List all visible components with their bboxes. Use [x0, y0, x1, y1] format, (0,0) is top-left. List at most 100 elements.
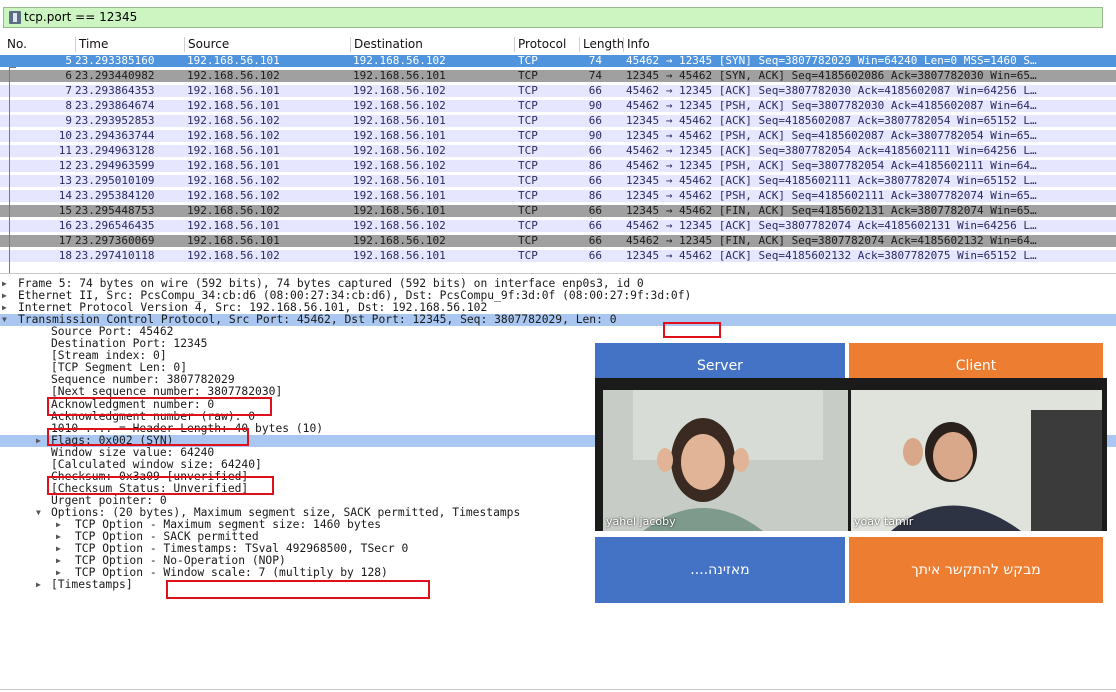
- bookmark-icon[interactable]: [9, 11, 21, 24]
- packet-cell-proto: TCP: [518, 69, 538, 82]
- client-video-feed: yoav tamir: [851, 390, 1102, 531]
- packet-row[interactable]: 8 23.293864674 192.168.56.101 192.168.56.10…: [0, 100, 1116, 112]
- packet-cell-src: 192.168.56.102: [187, 204, 280, 217]
- collapse-arrow-icon[interactable]: ▶: [2, 278, 7, 290]
- collapse-arrow-icon[interactable]: ▶: [36, 579, 41, 591]
- collapse-arrow-icon[interactable]: ▶: [36, 435, 41, 447]
- packet-cell-info: 12345 → 45462 [PSH, ACK] Seq=4185602087 …: [626, 129, 1037, 142]
- highlight-len: [663, 322, 721, 338]
- packet-cell-dst: 192.168.56.102: [353, 144, 446, 157]
- packet-cell-dst: 192.168.56.101: [353, 174, 446, 187]
- col-header-info[interactable]: Info: [623, 37, 650, 52]
- conversation-bracket: [9, 67, 16, 273]
- packet-cell-src: 192.168.56.101: [187, 99, 280, 112]
- status-divider: [0, 689, 1116, 690]
- packet-cell-no: 13: [58, 174, 72, 187]
- packet-cell-proto: TCP: [518, 174, 538, 187]
- packet-cell-time: 23.296546435: [75, 219, 155, 232]
- packet-row[interactable]: 18 23.297410118 192.168.56.102 192.168.56.1…: [0, 250, 1116, 262]
- packet-cell-time: 23.293864353: [75, 84, 155, 97]
- detail-text: Window size value: 64240: [51, 445, 215, 459]
- packet-row[interactable]: 9 23.293952853 192.168.56.102 192.168.56.10…: [0, 115, 1116, 127]
- packet-cell-info: 45462 → 12345 [ACK] Seq=3807782030 Ack=4…: [626, 84, 1037, 97]
- packet-cell-len: 74: [588, 54, 602, 67]
- expand-arrow-icon[interactable]: ▼: [2, 314, 7, 326]
- packet-cell-len: 66: [588, 234, 602, 247]
- packet-cell-time: 23.294363744: [75, 129, 155, 142]
- packet-cell-len: 86: [588, 159, 602, 172]
- packet-row[interactable]: 6 23.293440982 192.168.56.102 192.168.56.10…: [0, 70, 1116, 82]
- packet-cell-dst: 192.168.56.101: [353, 129, 446, 142]
- packet-cell-len: 66: [588, 219, 602, 232]
- col-header-time[interactable]: Time: [75, 37, 108, 52]
- collapse-arrow-icon[interactable]: ▶: [56, 543, 61, 555]
- packet-cell-proto: TCP: [518, 84, 538, 97]
- packet-cell-time: 23.295384120: [75, 189, 155, 202]
- highlight-flags: [47, 476, 274, 495]
- packet-cell-time: 23.297360069: [75, 234, 155, 247]
- packet-row[interactable]: 5 23.293385160 192.168.56.101 192.168.56.10…: [0, 55, 1116, 67]
- packet-cell-info: 12345 → 45462 [ACK] Seq=4185602132 Ack=3…: [626, 249, 1037, 262]
- collapse-arrow-icon[interactable]: ▶: [2, 302, 7, 314]
- packet-cell-no: 17: [58, 234, 72, 247]
- packet-row[interactable]: 7 23.293864353 192.168.56.101 192.168.56.10…: [0, 85, 1116, 97]
- packet-row[interactable]: 17 23.297360069 192.168.56.101 192.168.56.1…: [0, 235, 1116, 247]
- packet-cell-info: 45462 → 12345 [PSH, ACK] Seq=3807782054 …: [626, 159, 1037, 172]
- expand-arrow-icon[interactable]: ▼: [36, 507, 41, 519]
- packet-cell-len: 90: [588, 99, 602, 112]
- packet-cell-no: 15: [58, 204, 72, 217]
- packet-cell-src: 192.168.56.101: [187, 159, 280, 172]
- packet-cell-dst: 192.168.56.102: [353, 234, 446, 247]
- packet-row[interactable]: 11 23.294963128 192.168.56.101 192.168.56.1…: [0, 145, 1116, 157]
- packet-cell-dst: 192.168.56.101: [353, 204, 446, 217]
- packet-cell-info: 12345 → 45462 [ACK] Seq=4185602111 Ack=3…: [626, 174, 1037, 187]
- packet-cell-proto: TCP: [518, 54, 538, 67]
- packet-row[interactable]: 10 23.294363744 192.168.56.102 192.168.56.1…: [0, 130, 1116, 142]
- packet-cell-proto: TCP: [518, 189, 538, 202]
- packet-cell-proto: TCP: [518, 99, 538, 112]
- packet-cell-src: 192.168.56.102: [187, 174, 280, 187]
- packet-list-header: No. Time Source Destination Protocol Len…: [0, 36, 1116, 53]
- collapse-arrow-icon[interactable]: ▶: [56, 555, 61, 567]
- packet-cell-no: 8: [65, 99, 72, 112]
- packet-cell-src: 192.168.56.102: [187, 189, 280, 202]
- packet-cell-info: 12345 → 45462 [FIN, ACK] Seq=4185602131 …: [626, 204, 1037, 217]
- person-icon: [851, 390, 1102, 531]
- display-filter-input[interactable]: tcp.port == 12345: [3, 7, 1103, 28]
- packet-cell-src: 192.168.56.101: [187, 84, 280, 97]
- packet-cell-proto: TCP: [518, 129, 538, 142]
- client-person-name: yoav tamir: [854, 515, 914, 528]
- packet-cell-no: 14: [58, 189, 72, 202]
- pane-divider[interactable]: [0, 273, 1116, 274]
- packet-row[interactable]: 16 23.296546435 192.168.56.101 192.168.56.1…: [0, 220, 1116, 232]
- packet-row[interactable]: 14 23.295384120 192.168.56.102 192.168.56.1…: [0, 190, 1116, 202]
- packet-cell-info: 45462 → 12345 [ACK] Seq=3807782074 Ack=4…: [626, 219, 1037, 232]
- col-header-protocol[interactable]: Protocol: [514, 37, 566, 52]
- collapse-arrow-icon[interactable]: ▶: [56, 531, 61, 543]
- packet-cell-info: 12345 → 45462 [SYN, ACK] Seq=4185602086 …: [626, 69, 1037, 82]
- col-header-destination[interactable]: Destination: [350, 37, 423, 52]
- packet-cell-dst: 192.168.56.101: [353, 189, 446, 202]
- packet-cell-len: 66: [588, 144, 602, 157]
- packet-row[interactable]: 15 23.295448753 192.168.56.102 192.168.56.1…: [0, 205, 1116, 217]
- packet-row[interactable]: 13 23.295010109 192.168.56.102 192.168.56.1…: [0, 175, 1116, 187]
- collapse-arrow-icon[interactable]: ▶: [56, 519, 61, 531]
- packet-row[interactable]: 12 23.294963599 192.168.56.101 192.168.56.1…: [0, 160, 1116, 172]
- video-call-panel: yahel jacoby yoav tamir: [595, 378, 1107, 531]
- packet-cell-no: 16: [58, 219, 72, 232]
- packet-cell-len: 66: [588, 249, 602, 262]
- packet-cell-proto: TCP: [518, 234, 538, 247]
- packet-cell-src: 192.168.56.101: [187, 234, 280, 247]
- col-header-no[interactable]: No.: [4, 37, 27, 52]
- packet-list[interactable]: 5 23.293385160 192.168.56.101 192.168.56.10…: [0, 53, 1116, 270]
- filter-text[interactable]: tcp.port == 12345: [24, 10, 137, 24]
- col-header-source[interactable]: Source: [184, 37, 229, 52]
- packet-cell-time: 23.294963599: [75, 159, 155, 172]
- packet-cell-info: 45462 → 12345 [SYN] Seq=3807782029 Win=6…: [626, 54, 1037, 67]
- collapse-arrow-icon[interactable]: ▶: [2, 290, 7, 302]
- packet-cell-dst: 192.168.56.102: [353, 159, 446, 172]
- packet-cell-no: 18: [58, 249, 72, 262]
- col-header-length[interactable]: Length: [579, 37, 627, 52]
- detail-text: [Calculated window size: 64240]: [51, 457, 262, 471]
- packet-cell-no: 12: [58, 159, 72, 172]
